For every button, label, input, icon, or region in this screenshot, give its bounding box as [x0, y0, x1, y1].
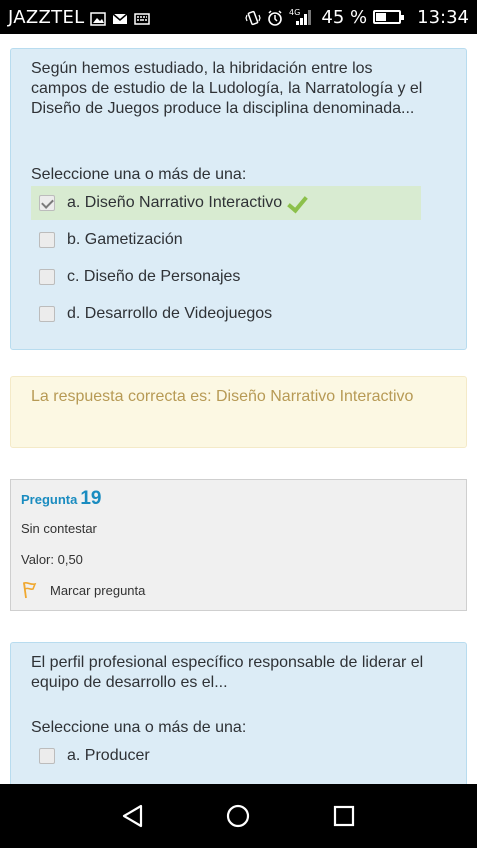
checkbox[interactable] — [39, 195, 55, 211]
question-number-value: 19 — [80, 488, 102, 509]
question-text: El perfil profesional específico respons… — [31, 654, 424, 691]
status-bar: JAZZTEL 4G 45 % 13:34 — [0, 0, 477, 34]
flag-question-link[interactable]: Marcar pregunta — [21, 581, 145, 599]
navigation-bar — [0, 784, 477, 848]
battery-percent: 45 % — [321, 6, 368, 28]
answer-option[interactable]: a. Diseño Narrativo Interactivo — [31, 186, 421, 220]
question-state: Sin contestar — [21, 521, 97, 536]
signal-icon: 4G — [289, 8, 312, 26]
option-label: a. Diseño Narrativo Interactivo — [67, 194, 283, 211]
right-answer-feedback: La respuesta correcta es: Diseño Narrati… — [10, 376, 467, 448]
flag-label: Marcar pregunta — [50, 582, 146, 598]
carrier-name: JAZZTEL — [8, 6, 85, 28]
recents-button[interactable] — [324, 796, 364, 836]
checkbox[interactable] — [39, 748, 55, 764]
image-notification-icon — [90, 10, 107, 26]
answer-option[interactable]: c. Diseño de Personajes — [31, 260, 421, 294]
clock: 13:34 — [417, 6, 469, 28]
answer-option[interactable]: b. Gametización — [31, 223, 421, 257]
option-label: b. Gametización — [67, 231, 183, 248]
answer-prompt: Seleccione una o más de una: — [31, 166, 247, 183]
question-box: Según hemos estudiado, la hibridación en… — [10, 48, 467, 350]
question-info: Pregunta 19 Sin contestar Valor: 0,50 Mar… — [10, 479, 467, 611]
quiz-content: Según hemos estudiado, la hibridación en… — [0, 34, 477, 784]
question-label: Pregunta — [21, 492, 78, 507]
answer-option[interactable]: a. Producer — [31, 739, 421, 773]
alarm-icon — [267, 10, 283, 26]
question-box: El perfil profesional específico respons… — [10, 642, 467, 784]
feedback-text: La respuesta correcta es: Diseño Narrati… — [31, 388, 414, 405]
correct-check-icon — [286, 193, 306, 213]
back-icon — [122, 804, 142, 828]
home-button[interactable] — [218, 796, 258, 836]
battery-icon — [373, 10, 405, 24]
answer-option[interactable]: d. Desarrollo de Videojuegos — [31, 297, 421, 331]
checkbox[interactable] — [39, 269, 55, 285]
recents-icon — [334, 805, 355, 827]
question-text: Según hemos estudiado, la hibridación en… — [31, 60, 423, 117]
keyboard-notification-icon — [134, 10, 151, 25]
back-button[interactable] — [113, 796, 153, 836]
option-label: d. Desarrollo de Videojuegos — [67, 305, 273, 322]
network-type: 4G — [289, 8, 300, 17]
checkbox[interactable] — [39, 306, 55, 322]
question-mark: Valor: 0,50 — [21, 552, 83, 567]
flag-icon[interactable] — [21, 581, 39, 599]
vibrate-icon — [245, 10, 262, 26]
checkbox[interactable] — [39, 232, 55, 248]
mail-notification-icon — [112, 10, 128, 24]
answer-prompt: Seleccione una o más de una: — [31, 719, 247, 736]
option-label: c. Diseño de Personajes — [67, 268, 241, 285]
question-number: Pregunta 19 — [21, 488, 101, 510]
option-label: a. Producer — [67, 747, 150, 764]
home-icon — [227, 804, 250, 828]
